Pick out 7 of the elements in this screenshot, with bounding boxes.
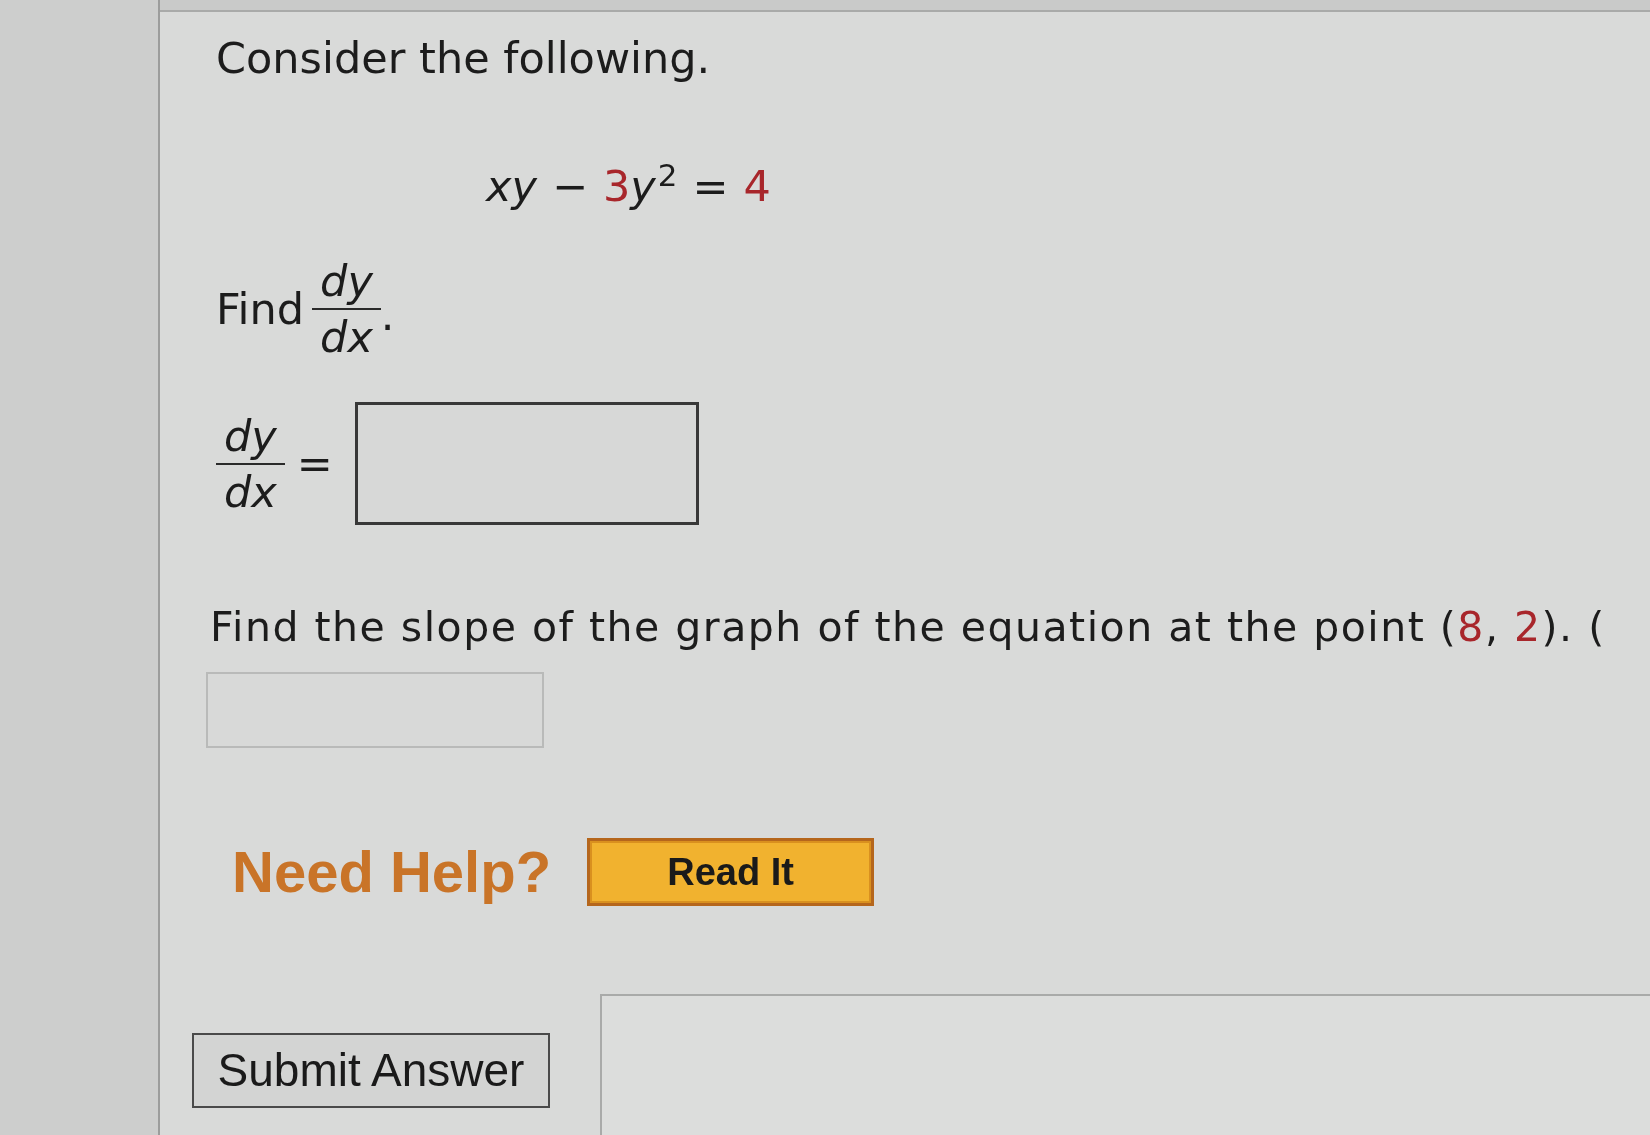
slope-prompt: Find the slope of the graph of the equation at the point (8, 2). (: [210, 602, 1606, 653]
help-label: Need Help?: [232, 839, 552, 905]
submit-button[interactable]: Submit Answer: [192, 1033, 550, 1108]
equation: xy − 3y$^{2}$ = 4: [486, 158, 771, 213]
intro-text: Consider the following.: [216, 32, 711, 84]
read-it-button[interactable]: Read It: [587, 838, 875, 906]
answer-field[interactable]: [354, 402, 699, 525]
